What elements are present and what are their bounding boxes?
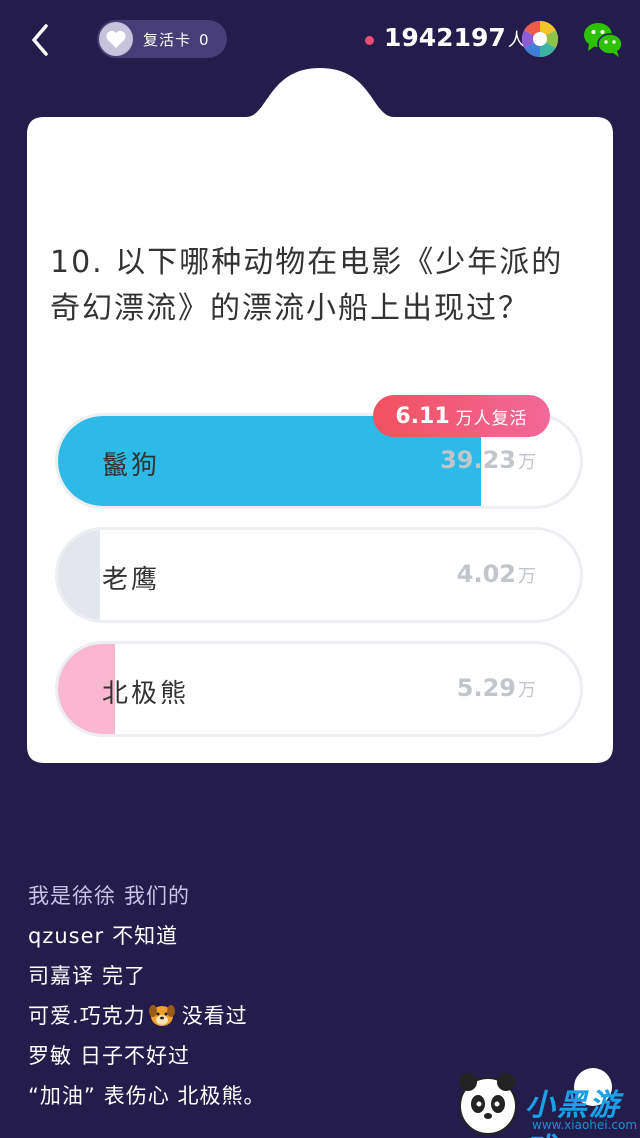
comment-user: qzuser bbox=[28, 924, 105, 948]
option-label: 鬣狗 bbox=[102, 451, 161, 481]
comment-user: 司嘉译 bbox=[28, 964, 94, 988]
comment-user: 罗敏 bbox=[28, 1044, 72, 1068]
option-count-unit: 万 bbox=[518, 566, 536, 587]
comment-item: 可爱.巧克力 没看过 bbox=[28, 1000, 448, 1040]
comment-item: 司嘉译 完了 bbox=[28, 960, 448, 1000]
live-comments: 我是徐徐 我们的 qzuser 不知道 司嘉译 完了 可爱.巧克力 没看过 罗敏 日子不… bbox=[28, 842, 448, 1120]
option-count-unit: 万 bbox=[518, 452, 536, 473]
option-fill-bar bbox=[58, 530, 100, 620]
answer-option-polar-bear[interactable]: 北极熊 5.29 万 bbox=[55, 641, 583, 737]
comment-item: “加油” 表伤心 北极熊。 bbox=[28, 1080, 448, 1120]
comment-text: 完了 bbox=[102, 964, 146, 988]
revive-count-badge: 6.11 万人复活 bbox=[373, 395, 550, 437]
question-text: 10. 以下哪种动物在电影《少年派的 奇幻漂流》的漂流小船上出现过？ bbox=[50, 240, 595, 332]
comment-item: 罗敏 日子不好过 bbox=[28, 1040, 448, 1080]
option-count-value: 39.23 bbox=[440, 446, 516, 474]
comment-item: qzuser 不知道 bbox=[28, 920, 448, 960]
dog-face-icon bbox=[148, 1005, 175, 1026]
option-count-unit: 万 bbox=[518, 680, 536, 701]
question-line-1: 10. 以下哪种动物在电影《少年派的 bbox=[50, 245, 564, 280]
option-label: 北极熊 bbox=[102, 679, 190, 709]
option-label: 老鹰 bbox=[102, 565, 161, 595]
option-count-value: 5.29 bbox=[456, 674, 516, 702]
comment-user: “加油” bbox=[28, 1084, 96, 1108]
comment-faded bbox=[28, 842, 448, 880]
comment-text: 日子不好过 bbox=[80, 1044, 190, 1068]
question-line-2: 奇幻漂流》的漂流小船上出现过？ bbox=[50, 291, 530, 326]
watermark-url: www.xiaohei.com bbox=[532, 1118, 638, 1132]
comment-user: 可爱.巧克力 bbox=[28, 1004, 146, 1028]
comment-item: 我是徐徐 我们的 bbox=[28, 880, 448, 920]
revive-badge-unit: 万人复活 bbox=[455, 408, 528, 429]
option-count: 5.29 万 bbox=[457, 674, 536, 702]
option-count: 39.23 万 bbox=[440, 446, 536, 474]
answer-option-eagle[interactable]: 老鹰 4.02 万 bbox=[55, 527, 583, 623]
comment-text: 表伤心 北极熊。 bbox=[103, 1084, 266, 1108]
comment-text: 我们的 bbox=[124, 884, 190, 908]
option-count-value: 4.02 bbox=[456, 560, 516, 588]
question-card: 10. 以下哪种动物在电影《少年派的 奇幻漂流》的漂流小船上出现过？ 鬣狗 39… bbox=[0, 0, 640, 780]
comment-text: 没看过 bbox=[181, 1004, 248, 1028]
comment-user: 我是徐徐 bbox=[28, 884, 116, 908]
comment-text: 不知道 bbox=[112, 924, 179, 948]
option-count: 4.02 万 bbox=[457, 560, 536, 588]
revive-badge-value: 6.11 bbox=[395, 403, 450, 429]
